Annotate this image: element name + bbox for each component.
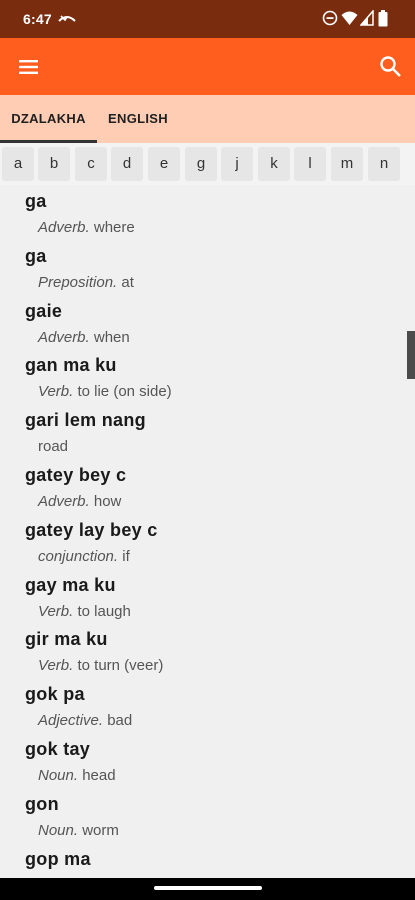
status-time: 6:47 <box>23 11 52 27</box>
letter-button-m[interactable]: m <box>331 147 363 181</box>
tab-dzalakha[interactable]: DZALAKHA <box>0 95 97 143</box>
entry-word: ga <box>25 191 47 211</box>
entry-word: gop ma <box>25 849 91 869</box>
app-bar <box>0 38 415 95</box>
word-list: ga Adverb. where ga Preposition. at gaie… <box>0 185 415 878</box>
entry-definition: Noun. head <box>38 767 116 784</box>
entry-pos: Verb. <box>38 657 74 674</box>
entry-meaning: to lie (on side) <box>77 383 172 400</box>
status-bar: 6:47 <box>0 0 415 38</box>
entry-meaning: head <box>82 767 116 784</box>
entry-meaning: if <box>122 548 130 565</box>
entry-definition: Adverb. where <box>38 219 135 236</box>
search-button[interactable] <box>377 53 405 81</box>
list-item[interactable]: gir ma ku Verb. to turn (veer) <box>0 623 400 678</box>
entry-word: gay ma ku <box>25 575 116 595</box>
home-gesture-handle[interactable] <box>154 886 262 890</box>
signal-icon <box>359 8 374 31</box>
tab-english[interactable]: ENGLISH <box>97 95 179 143</box>
entry-meaning: to turn (veer) <box>77 657 164 674</box>
entry-pos: Adverb. <box>38 219 90 236</box>
wifi-icon <box>341 10 358 31</box>
letter-button-g[interactable]: g <box>185 147 217 181</box>
letter-button-k[interactable]: k <box>258 147 290 181</box>
entry-word: gok pa <box>25 684 85 704</box>
entry-word: gatey lay bey c <box>25 520 158 540</box>
entry-definition: Preposition. at <box>38 274 134 291</box>
entry-meaning: when <box>93 329 130 346</box>
entry-word: ga <box>25 246 47 266</box>
entry-pos: Noun. <box>38 822 79 839</box>
list-item[interactable]: gay ma ku Verb. to laugh <box>0 569 400 624</box>
missed-call-icon <box>58 12 76 31</box>
entry-word: gari lem nang <box>25 410 146 430</box>
entry-pos: Adjective. <box>38 712 104 729</box>
tab-bar: DZALAKHA ENGLISH <box>0 95 415 143</box>
entry-pos: Verb. <box>38 383 74 400</box>
entry-meaning: where <box>93 219 135 236</box>
entry-definition: Adverb. when <box>38 329 130 346</box>
alphabet-bar: a b c d e g j k l m n <box>0 143 415 185</box>
letter-button-n[interactable]: n <box>368 147 400 181</box>
entry-definition: Adjective. bad <box>38 712 132 729</box>
letter-button-c[interactable]: c <box>75 147 107 181</box>
scrollbar-thumb[interactable] <box>407 331 415 379</box>
entry-meaning: bad <box>107 712 133 729</box>
battery-icon <box>378 10 388 32</box>
list-item[interactable]: ga Adverb. where <box>0 185 400 240</box>
entry-meaning: worm <box>82 822 119 839</box>
letter-button-j[interactable]: j <box>221 147 253 181</box>
entry-word: gan ma ku <box>25 355 117 375</box>
entry-definition: Noun. worm <box>38 822 119 839</box>
letter-button-l[interactable]: l <box>294 147 326 181</box>
entry-meaning: road <box>38 438 69 455</box>
entry-word: gok tay <box>25 739 91 759</box>
list-item[interactable]: gop ma <box>0 843 400 878</box>
search-icon <box>380 56 401 77</box>
list-item[interactable]: gaie Adverb. when <box>0 295 400 350</box>
entry-definition: road <box>38 438 68 455</box>
entry-definition: Verb. to laugh <box>38 603 131 620</box>
entry-pos: conjunction. <box>38 548 119 565</box>
letter-button-d[interactable]: d <box>111 147 143 181</box>
menu-button[interactable] <box>16 54 42 80</box>
entry-word: gatey bey c <box>25 465 127 485</box>
entry-meaning: how <box>93 493 122 510</box>
entry-definition: Verb. to lie (on side) <box>38 383 172 400</box>
entry-word: gon <box>25 794 59 814</box>
entry-pos: Adverb. <box>38 493 90 510</box>
list-item[interactable]: gon Noun. worm <box>0 788 400 843</box>
entry-definition: conjunction. if <box>38 548 130 565</box>
letter-button-b[interactable]: b <box>38 147 70 181</box>
do-not-disturb-icon <box>322 10 338 31</box>
entry-pos: Preposition. <box>38 274 118 291</box>
entry-pos: Noun. <box>38 767 79 784</box>
list-item[interactable]: gari lem nang road <box>0 404 400 459</box>
letter-button-a[interactable]: a <box>2 147 34 181</box>
letter-button-e[interactable]: e <box>148 147 180 181</box>
entry-definition: Verb. to turn (veer) <box>38 657 163 674</box>
menu-icon <box>19 60 38 74</box>
list-item[interactable]: ga Preposition. at <box>0 240 400 295</box>
entry-pos: Adverb. <box>38 329 90 346</box>
list-item[interactable]: gatey bey c Adverb. how <box>0 459 400 514</box>
entry-meaning: to laugh <box>77 603 131 620</box>
entry-definition: Adverb. how <box>38 493 121 510</box>
list-item[interactable]: gan ma ku Verb. to lie (on side) <box>0 349 400 404</box>
entry-meaning: at <box>121 274 134 291</box>
entry-word: gir ma ku <box>25 629 108 649</box>
entry-word: gaie <box>25 301 63 321</box>
list-item[interactable]: gok pa Adjective. bad <box>0 678 400 733</box>
entry-pos: Verb. <box>38 603 74 620</box>
list-item[interactable]: gok tay Noun. head <box>0 733 400 788</box>
list-item[interactable]: gatey lay bey c conjunction. if <box>0 514 400 569</box>
